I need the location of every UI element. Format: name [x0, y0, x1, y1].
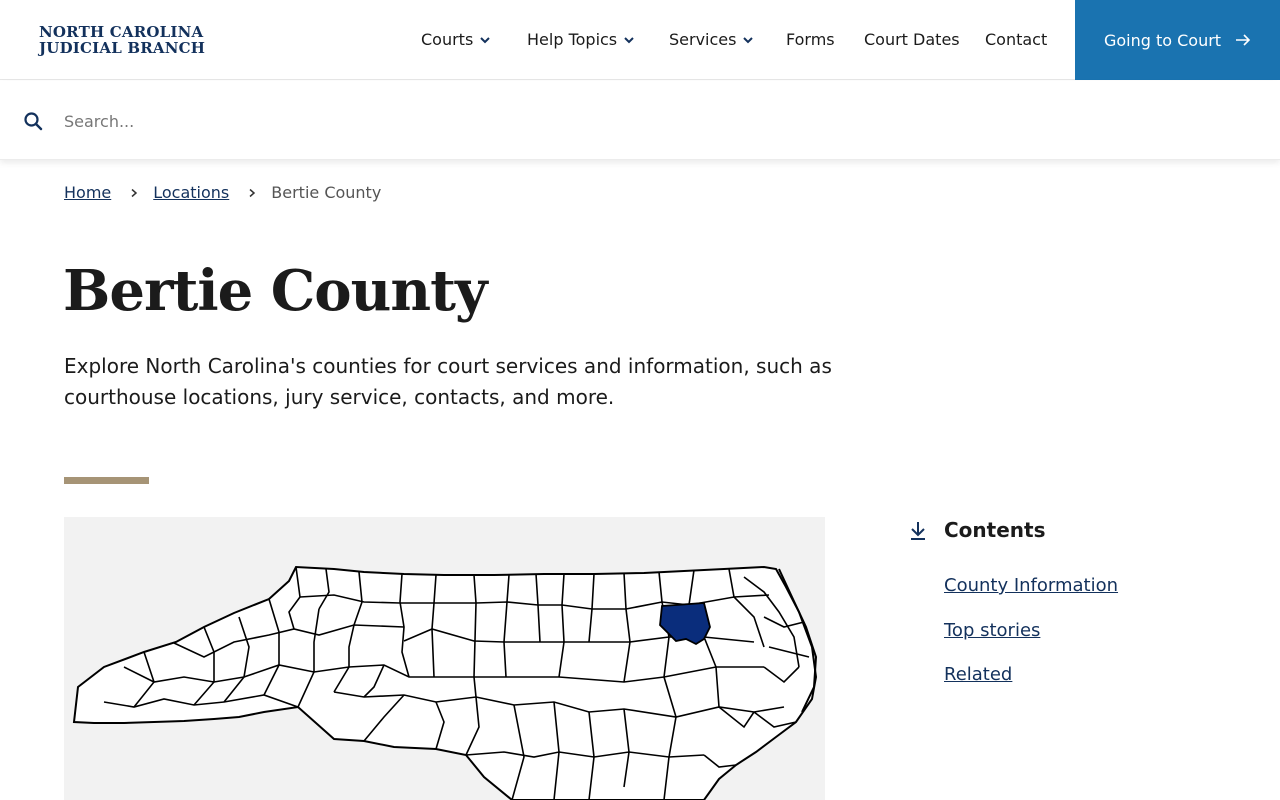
search-input[interactable] [56, 103, 1236, 139]
nav-help-topics[interactable]: Help Topics [527, 30, 635, 49]
contents-link-county-information[interactable]: County Information [944, 575, 1118, 596]
list-item: Related [944, 664, 1246, 709]
logo-line-2: JUDICIAL BRANCH [39, 39, 206, 57]
breadcrumb-current: Bertie County [271, 183, 382, 202]
search-bar [0, 81, 1280, 160]
list-item: County Information [944, 575, 1246, 620]
accent-divider [64, 477, 149, 484]
contents-panel: Contents County Information Top stories … [906, 515, 1246, 709]
nav-forms-label: Forms [786, 30, 835, 49]
list-item: Top stories [944, 620, 1246, 665]
page-intro: Explore North Carolina's counties for co… [64, 354, 832, 409]
contents-heading-label: Contents [944, 518, 1046, 542]
north-carolina-map [72, 565, 818, 800]
nav-courts-label: Courts [421, 30, 474, 49]
chevron-down-icon [743, 36, 754, 43]
nav-contact[interactable]: Contact [985, 30, 1047, 49]
contents-link-top-stories[interactable]: Top stories [944, 620, 1040, 641]
breadcrumb-home-link[interactable]: Home [64, 183, 111, 202]
page-title: Bertie County [63, 258, 487, 324]
nav-courts[interactable]: Courts [421, 30, 491, 49]
nav-services-label: Services [669, 30, 737, 49]
nav-court-dates[interactable]: Court Dates [864, 30, 960, 49]
breadcrumb: Home Locations Bertie County [64, 183, 381, 202]
county-map [64, 517, 825, 800]
chevron-down-icon [480, 36, 491, 43]
site-header: NORTH CAROLINA JUDICIAL BRANCH Courts He… [0, 0, 1280, 80]
chevron-down-icon [624, 36, 634, 43]
contents-link-related[interactable]: Related [944, 664, 1012, 685]
logo-line-1: NORTH CAROLINA [39, 23, 204, 41]
nav-court-dates-label: Court Dates [864, 30, 960, 49]
nav-help-topics-label: Help Topics [527, 30, 618, 49]
going-to-court-button[interactable]: Going to Court [1075, 0, 1280, 80]
nav-forms[interactable]: Forms [786, 30, 835, 49]
site-logo[interactable]: NORTH CAROLINA JUDICIAL BRANCH [39, 24, 205, 56]
going-to-court-label: Going to Court [1103, 30, 1222, 50]
chevron-right-icon [131, 188, 138, 197]
nav-contact-label: Contact [985, 30, 1048, 49]
arrow-down-to-line-icon [911, 522, 925, 540]
nav-services[interactable]: Services [669, 30, 754, 49]
contents-heading: Contents [906, 515, 1246, 545]
breadcrumb-locations-link[interactable]: Locations [153, 183, 229, 202]
arrow-right-icon [1236, 34, 1251, 46]
contents-list: County Information Top stories Related [906, 575, 1246, 709]
chevron-right-icon [249, 188, 256, 197]
search-icon[interactable] [23, 111, 43, 131]
